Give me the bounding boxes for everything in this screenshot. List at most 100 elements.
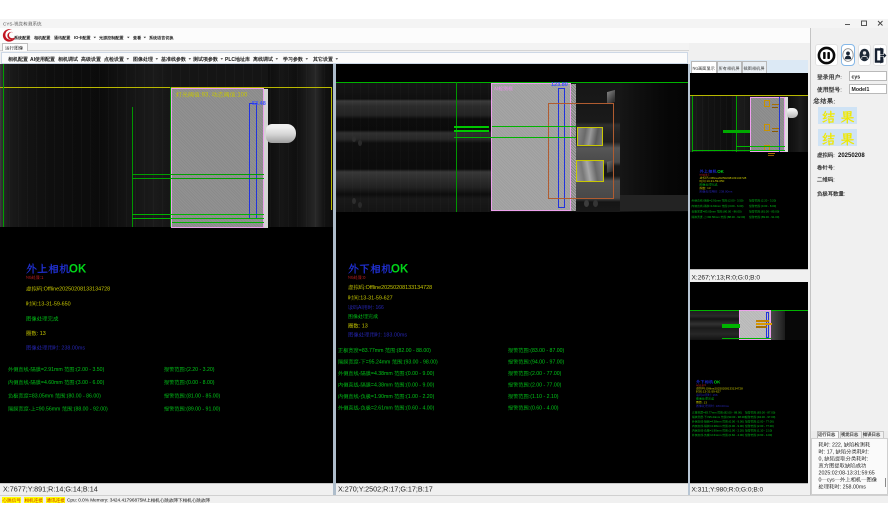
svg-text:-: -	[359, 394, 361, 400]
svg-text:cys: cys	[852, 74, 861, 80]
svg-text::100: :100	[236, 93, 248, 99]
svg-text:=83.77mm: =83.77mm	[703, 411, 717, 415]
svg-text:=90.56mm: =90.56mm	[36, 407, 61, 413]
svg-text:Model1: Model1	[852, 87, 870, 93]
svg-text:0,: 0,	[819, 456, 823, 462]
svg-text::(1.10 - 2.10): :(1.10 - 2.10)	[529, 394, 559, 400]
svg-text:=90.56mm: =90.56mm	[706, 215, 720, 219]
svg-text:X:7677;Y:891;R:14;G:14;B:14: X:7677;Y:891;R:14;G:14;B:14	[3, 485, 98, 494]
svg-text::(2.00 - 77.00): :(2.00 - 77.00)	[529, 371, 562, 377]
svg-text::(2.00 - 77.00): :(2.00 - 77.00)	[529, 383, 562, 389]
svg-text:cys: cys	[827, 477, 835, 483]
svg-text:: 238.00ms: : 238.00ms	[58, 346, 85, 352]
svg-text::(83.00 - 87.00): :(83.00 - 87.00)	[529, 348, 565, 354]
svg-text::(2.20 - 3.20): :(2.20 - 3.20)	[760, 199, 776, 203]
svg-text:OK: OK	[717, 169, 724, 174]
svg-text:X:311;Y:980;R:0;G:0;B:0: X:311;Y:980;R:0;G:0;B:0	[692, 487, 764, 494]
svg-text:2025:02:08-13:31:59:65: 2025:02:08-13:31:59:65	[819, 470, 875, 476]
svg-text:=4.38mm: =4.38mm	[371, 371, 393, 377]
svg-text:=4.60mm: =4.60mm	[41, 380, 63, 386]
svg-text:OK: OK	[69, 264, 87, 276]
svg-text::: :	[833, 177, 835, 183]
svg-text::(89.00 - 91.00): :(89.00 - 91.00)	[185, 407, 221, 413]
svg-text:-: -	[703, 429, 704, 433]
svg-text::13-31-59-627: :13-31-59-627	[359, 296, 393, 302]
svg-text::: :	[833, 153, 835, 159]
svg-text:-: -	[703, 415, 704, 419]
svg-text:=4.38mm: =4.38mm	[710, 424, 722, 428]
svg-text::(2.20 - 3.20): :(2.20 - 3.20)	[185, 367, 215, 373]
svg-text:=83.05mm: =83.05mm	[703, 210, 717, 214]
svg-text::1: :1	[40, 275, 44, 280]
svg-text:IO: IO	[74, 35, 79, 40]
svg-text:=2.61mm: =2.61mm	[371, 406, 393, 412]
svg-text:: 222,: : 222,	[829, 442, 842, 448]
svg-text::(3.00 - 6.00): :(3.00 - 6.00)	[727, 204, 743, 208]
svg-text::(0.60 - 4.00): :(0.60 - 4.00)	[756, 433, 772, 437]
svg-text::(93.00 - 98.00): :(93.00 - 98.00)	[402, 360, 438, 366]
svg-text:OK: OK	[714, 379, 721, 384]
svg-text:-: -	[703, 199, 704, 203]
svg-text:=4.60mm: =4.60mm	[709, 204, 721, 208]
svg-text::(82.00 - 88.00): :(82.00 - 88.00)	[395, 348, 431, 354]
svg-text:-: -	[29, 367, 31, 373]
svg-text::: :	[840, 75, 842, 81]
svg-text::(88.00 - 92.00): :(88.00 - 92.00)	[72, 407, 108, 413]
svg-text::93,: :93,	[200, 93, 210, 99]
svg-text:AI: AI	[702, 393, 705, 397]
svg-text::(81.00 - 85.00): :(81.00 - 85.00)	[760, 210, 779, 214]
svg-text:: 258.00ms: : 258.00ms	[840, 484, 867, 490]
svg-text:=1.90mm: =1.90mm	[371, 394, 393, 400]
svg-text:=83.05mm: =83.05mm	[29, 394, 54, 400]
svg-text::(1.00 - 2.20): :(1.00 - 2.20)	[405, 394, 435, 400]
svg-text:20250208: 20250208	[838, 153, 865, 159]
svg-text:-: -	[359, 360, 361, 366]
svg-text:=4.38mm: =4.38mm	[710, 420, 722, 424]
svg-text::(0.00 - 8.00): :(0.00 - 8.00)	[760, 204, 776, 208]
svg-text::(0.00 - 9.00): :(0.00 - 9.00)	[405, 371, 435, 377]
svg-text:-: -	[29, 380, 31, 386]
svg-text:=2.91mm: =2.91mm	[709, 199, 721, 203]
svg-text:=83.77mm: =83.77mm	[359, 348, 384, 354]
svg-text::(0.60 - 4.00): :(0.60 - 4.00)	[728, 433, 744, 437]
svg-text:: 166: : 166	[373, 305, 384, 311]
svg-text:: 13: : 13	[706, 186, 711, 190]
svg-text::(81.00 - 85.00): :(81.00 - 85.00)	[185, 394, 221, 400]
svg-text::(0.60 - 4.00): :(0.60 - 4.00)	[405, 406, 435, 412]
svg-text:-: -	[359, 383, 361, 389]
svg-text:PLC: PLC	[225, 57, 235, 63]
svg-text:-: -	[359, 406, 361, 412]
svg-text::13-31-59-650: :13-31-59-650	[37, 302, 71, 308]
svg-text::(94.00 - 97.00): :(94.00 - 97.00)	[529, 360, 565, 366]
svg-text::: :	[833, 98, 835, 105]
svg-text::(0.00 - 9.00): :(0.00 - 9.00)	[728, 420, 744, 424]
svg-text:=1.90mm: =1.90mm	[710, 429, 722, 433]
svg-text::(2.00 - 77.00): :(2.00 - 77.00)	[756, 424, 774, 428]
svg-text:=2.91mm: =2.91mm	[41, 367, 63, 373]
svg-text:: 13: : 13	[359, 324, 368, 330]
svg-text:Cpu: 0.0% Memory: 3424.41796: Cpu: 0.0% Memory: 3424.41796875M	[67, 498, 146, 503]
svg-text::(80.00 - 86.00): :(80.00 - 86.00)	[722, 210, 741, 214]
svg-text:: 238.00ms: : 238.00ms	[718, 190, 733, 194]
svg-text:-: -	[703, 424, 704, 428]
svg-text::(0.60 - 4.00): :(0.60 - 4.00)	[529, 406, 559, 412]
svg-text::Offline20250208133134728: :Offline20250208133134728	[42, 287, 110, 293]
svg-text:: 13: : 13	[702, 400, 707, 404]
svg-text::Offline20250208133134728: :Offline20250208133134728	[364, 285, 432, 291]
svg-text::(0.00 - 8.00): :(0.00 - 8.00)	[185, 380, 215, 386]
svg-text::(3.00 - 6.00): :(3.00 - 6.00)	[75, 380, 105, 386]
svg-text:-: -	[703, 420, 704, 424]
svg-text::(0.00 - 9.00): :(0.00 - 9.00)	[728, 424, 744, 428]
svg-text:-: -	[29, 407, 31, 413]
svg-text:: 166: : 166	[711, 393, 718, 397]
svg-text::(82.00 - 88.00): :(82.00 - 88.00)	[723, 411, 742, 415]
svg-text:X:270;Y:2502;R:17;G:17;B:17: X:270;Y:2502;R:17;G:17;B:17	[338, 485, 433, 494]
svg-text::0: :0	[362, 275, 366, 280]
svg-text::: :	[840, 88, 842, 94]
svg-text:53.48: 53.48	[252, 101, 266, 107]
svg-text::(0.00 - 9.00): :(0.00 - 9.00)	[405, 383, 435, 389]
svg-text:0: 0	[819, 477, 822, 483]
svg-text:=95.24mm: =95.24mm	[707, 415, 721, 419]
svg-text::: :	[833, 165, 835, 171]
svg-text:-: -	[359, 371, 361, 377]
